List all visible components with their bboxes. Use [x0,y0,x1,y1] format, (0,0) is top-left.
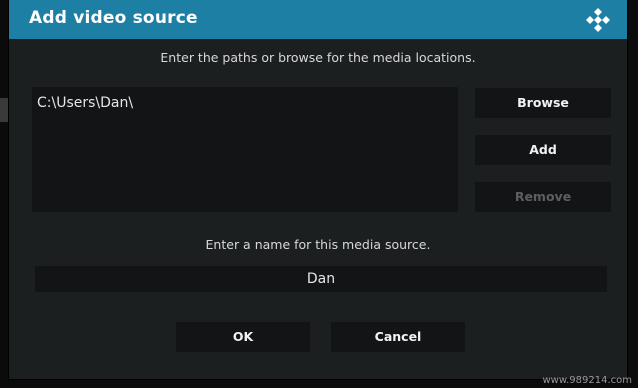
add-button[interactable]: Add [475,135,611,165]
cancel-button[interactable]: Cancel [331,322,465,352]
paths-instruction: Enter the paths or browse for the media … [160,50,476,65]
path-list[interactable]: C:\Users\Dan\ [32,87,458,212]
dialog-title: Add video source [29,8,198,28]
name-prompt: Enter a name for this media source. [205,237,431,252]
kodi-logo-icon [586,8,610,32]
background-edge-marker [0,98,8,122]
remove-button[interactable]: Remove [475,182,611,212]
add-video-source-dialog: Add video source Enter the paths or brow… [9,0,627,379]
ok-button[interactable]: OK [176,322,310,352]
browse-button[interactable]: Browse [475,88,611,118]
watermark: www.989214.com [542,375,632,386]
path-list-item[interactable]: C:\Users\Dan\ [37,95,133,111]
dialog-titlebar: Add video source [9,0,627,39]
source-name-input[interactable] [35,266,607,292]
